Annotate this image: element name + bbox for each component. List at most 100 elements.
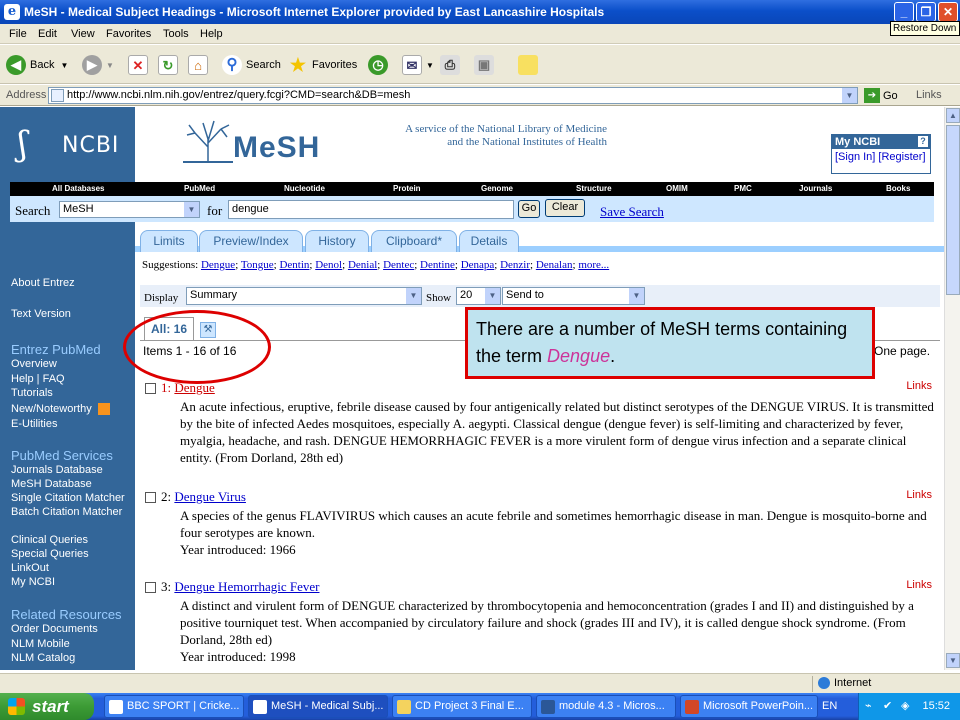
mesh-logo[interactable]: MeSH	[183, 117, 383, 177]
start-button[interactable]: start	[0, 693, 94, 720]
sidebar-item-e-utilities[interactable]: E-Utilities	[11, 418, 57, 430]
print-button[interactable]: ⎙	[440, 54, 464, 76]
home-button[interactable]: ⌂	[188, 54, 212, 76]
minimize-button[interactable]: _	[894, 2, 914, 22]
help-icon[interactable]: ?	[918, 136, 928, 147]
address-dropdown-icon[interactable]: ▼	[842, 88, 857, 103]
address-input[interactable]: http://www.ncbi.nlm.nih.gov/entrez/query…	[48, 87, 858, 104]
suggestion-link[interactable]: Dentine	[420, 259, 455, 271]
suggestion-link[interactable]: Denalan	[536, 259, 573, 271]
sidebar-item-overview[interactable]: Overview	[11, 358, 57, 370]
notes-button[interactable]	[518, 54, 542, 76]
favorites-button[interactable]: ★ Favorites	[288, 54, 357, 76]
sidebar-item-nlm-catalog[interactable]: NLM Catalog	[11, 652, 75, 664]
search-input[interactable]: dengue	[228, 200, 514, 219]
my-ncbi-title[interactable]: My NCBI	[835, 136, 880, 148]
scroll-thumb[interactable]	[946, 125, 960, 295]
scroll-down-icon[interactable]: ▼	[946, 653, 960, 668]
forward-dropdown-icon[interactable]: ▼	[106, 61, 114, 70]
nav-pubmed[interactable]: PubMed	[184, 184, 215, 193]
sidebar-header-entrez-pubmed[interactable]: Entrez PubMed	[11, 342, 101, 357]
nav-genome[interactable]: Genome	[481, 184, 513, 193]
result-title-link[interactable]: Dengue	[174, 380, 214, 395]
nav-omim[interactable]: OMIM	[666, 184, 688, 193]
volume-icon[interactable]: ◈	[901, 699, 915, 713]
tab-history[interactable]: History	[305, 230, 369, 252]
suggestion-link[interactable]: Denial	[348, 259, 377, 271]
sidebar-item-nlm-mobile[interactable]: NLM Mobile	[11, 638, 70, 650]
forward-button[interactable]: ▶ ▼	[82, 54, 114, 76]
display-format-select[interactable]: Summary ▼	[186, 287, 422, 305]
result-checkbox[interactable]	[145, 492, 156, 503]
one-page-link[interactable]: One page.	[874, 344, 930, 358]
sidebar-item-tutorials[interactable]: Tutorials	[11, 387, 53, 399]
task-item[interactable]: BBC SPORT | Cricke...	[104, 695, 244, 718]
nav-pmc[interactable]: PMC	[734, 184, 752, 193]
search-go-button[interactable]: Go	[518, 200, 540, 218]
title-bar[interactable]: e MeSH - Medical Subject Headings - Micr…	[0, 0, 960, 24]
menu-view[interactable]: View	[71, 28, 95, 40]
sidebar-item-special-queries[interactable]: Special Queries	[11, 548, 89, 560]
tab-details[interactable]: Details	[459, 230, 519, 252]
back-button[interactable]: ◀ Back ▼	[6, 54, 68, 76]
result-links[interactable]: Links	[906, 489, 932, 501]
result-title-link[interactable]: Dengue Virus	[174, 489, 246, 504]
sidebar-item-new-noteworthy[interactable]: New/Noteworthy	[11, 403, 110, 416]
sidebar-header-pubmed-services[interactable]: PubMed Services	[11, 448, 113, 463]
sidebar-header-related-resources[interactable]: Related Resources	[11, 607, 122, 622]
restore-button[interactable]: ❐	[916, 2, 936, 22]
sign-in-link[interactable]: [Sign In]	[835, 151, 875, 163]
register-link[interactable]: [Register]	[878, 151, 925, 163]
suggestion-link[interactable]: Dentec	[383, 259, 414, 271]
back-dropdown-icon[interactable]: ▼	[60, 61, 68, 70]
history-button[interactable]: ◷	[368, 54, 392, 76]
stop-button[interactable]: ✕	[128, 54, 152, 76]
menu-tools[interactable]: Tools	[163, 28, 189, 40]
edit-button[interactable]: ▣	[474, 54, 498, 76]
menu-help[interactable]: Help	[200, 28, 223, 40]
sidebar-item-clinical-queries[interactable]: Clinical Queries	[11, 534, 88, 546]
sidebar-item-order-documents[interactable]: Order Documents	[11, 623, 98, 635]
tab-preview-index[interactable]: Preview/Index	[199, 230, 303, 252]
nav-books[interactable]: Books	[886, 184, 910, 193]
nav-protein[interactable]: Protein	[393, 184, 421, 193]
suggestion-link[interactable]: Denzir	[500, 259, 530, 271]
sidebar-item-text-version[interactable]: Text Version	[11, 308, 71, 320]
vertical-scrollbar[interactable]: ▲ ▼	[944, 107, 960, 670]
links-label[interactable]: Links	[916, 89, 942, 101]
send-to-select[interactable]: Send to ▼	[502, 287, 645, 305]
nav-nucleotide[interactable]: Nucleotide	[284, 184, 325, 193]
scroll-up-icon[interactable]: ▲	[946, 108, 960, 123]
nav-journals[interactable]: Journals	[799, 184, 832, 193]
task-item[interactable]: module 4.3 - Micros...	[536, 695, 676, 718]
nav-structure[interactable]: Structure	[576, 184, 612, 193]
show-count-select[interactable]: 20 ▼	[456, 287, 501, 305]
mail-dropdown-icon[interactable]: ▼	[426, 61, 434, 70]
antivirus-icon[interactable]: ✔	[883, 699, 897, 713]
task-item[interactable]: Microsoft PowerPoin...	[680, 695, 818, 718]
clock[interactable]: 15:52	[922, 700, 950, 712]
close-button[interactable]: ✕	[938, 2, 958, 22]
sidebar-item-my-ncbi[interactable]: My NCBI	[11, 576, 55, 588]
result-links[interactable]: Links	[906, 579, 932, 591]
sidebar-item-linkout[interactable]: LinkOut	[11, 562, 49, 574]
sidebar-item-mesh-database[interactable]: MeSH Database	[11, 478, 92, 490]
task-item[interactable]: MeSH - Medical Subj...	[248, 695, 388, 718]
sidebar-item-single-citation[interactable]: Single Citation Matcher	[11, 492, 125, 504]
tab-limits[interactable]: Limits	[140, 230, 198, 252]
sidebar-item-about-entrez[interactable]: About Entrez	[11, 277, 75, 289]
sidebar-item-journals-database[interactable]: Journals Database	[11, 464, 103, 476]
menu-favorites[interactable]: Favorites	[106, 28, 151, 40]
network-icon[interactable]: ⌁	[865, 699, 879, 713]
database-select[interactable]: MeSH ▼	[59, 201, 200, 218]
sidebar-item-help-faq[interactable]: Help | FAQ	[11, 373, 65, 385]
suggestion-link[interactable]: Denapa	[461, 259, 495, 271]
clear-button[interactable]: Clear	[545, 199, 585, 217]
result-title-link[interactable]: Dengue Hemorrhagic Fever	[174, 579, 319, 594]
suggestion-link[interactable]: Dengue	[201, 259, 235, 271]
mail-button[interactable]: ✉ ▼	[402, 54, 434, 76]
suggestion-link[interactable]: Denol	[315, 259, 342, 271]
task-item[interactable]: CD Project 3 Final E...	[392, 695, 532, 718]
go-button[interactable]: ➔ Go	[864, 88, 898, 103]
sidebar-item-batch-citation[interactable]: Batch Citation Matcher	[11, 506, 131, 518]
